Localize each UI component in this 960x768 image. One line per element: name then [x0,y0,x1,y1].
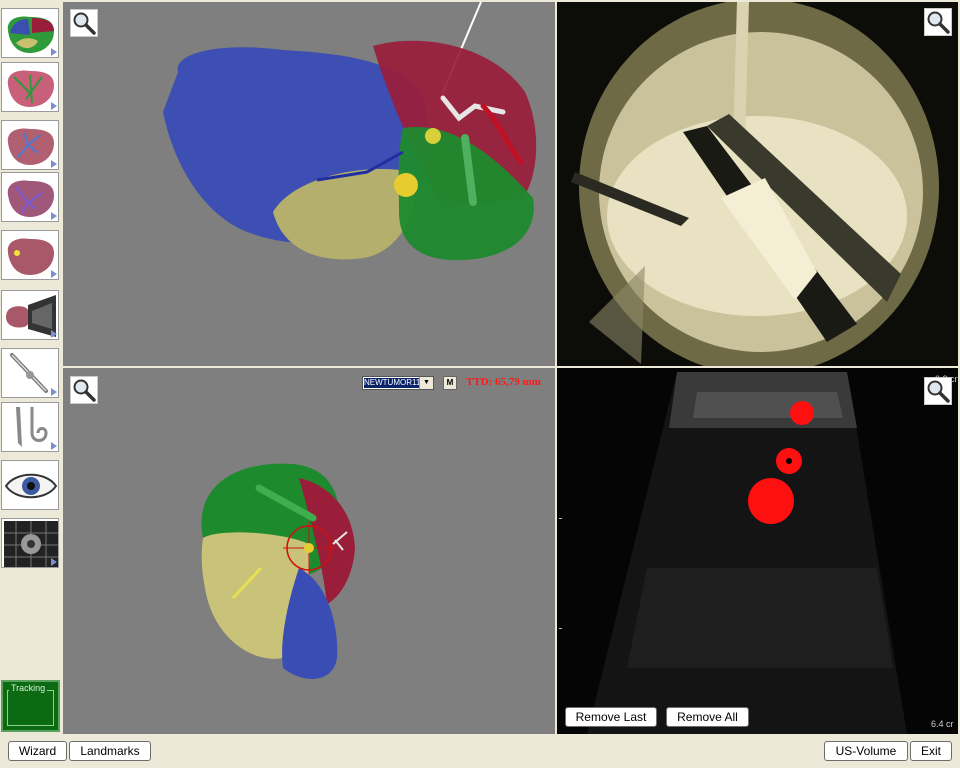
eye-view-tool[interactable] [1,460,59,510]
tracking-frame [7,690,54,726]
liver-3d-model [163,2,537,261]
grid-scan-tool[interactable] [1,518,59,568]
needle-tool[interactable] [1,348,59,398]
liver-slice-view[interactable]: NEWTUMOR119 ▼ M TTD: 65,79 mm [63,368,555,734]
tumor-tool[interactable] [1,230,59,280]
expand-arrow-icon [51,388,57,396]
tumor-select[interactable]: NEWTUMOR119 ▼ [362,376,434,390]
ultrasound-image [557,368,958,734]
tracking-panel: Tracking [1,680,60,732]
zoom-button[interactable] [70,9,98,37]
landmarks-button[interactable]: Landmarks [69,741,151,761]
depth-scale-bottom: 6.4 cr [931,719,954,729]
us-volume-button[interactable]: US-Volume [824,741,908,761]
tracking-label: Tracking [9,683,48,693]
exit-button[interactable]: Exit [910,741,952,761]
zoom-button[interactable] [924,8,952,36]
liver-3d-view[interactable] [63,2,555,366]
ultrasound-view[interactable]: 0.2 cr 6.4 cr Remove Last Remove All [557,368,958,734]
magnifier-icon [927,380,950,403]
wizard-button[interactable]: Wizard [8,741,67,761]
expand-arrow-icon [51,558,57,566]
expand-arrow-icon [51,48,57,56]
zoom-button[interactable] [924,377,952,405]
liver-segments-tool[interactable] [1,8,59,58]
portal-vein-tool[interactable] [1,120,59,170]
tool-sidebar: Tracking [0,0,62,736]
expand-arrow-icon [51,270,57,278]
remove-last-button[interactable]: Remove Last [565,707,657,727]
magnifier-icon [73,379,96,402]
expand-arrow-icon [51,330,57,338]
hepatic-vein-tool[interactable] [1,172,59,222]
depth-tick [559,628,562,629]
ttd-readout: TTD: 65,79 mm [466,376,541,388]
dropdown-arrow-icon[interactable]: ▼ [419,377,433,389]
depth-tick [559,518,562,519]
zoom-button[interactable] [70,376,98,404]
marker-button[interactable]: M [443,376,457,390]
expand-arrow-icon [51,442,57,450]
liver-slice-model [201,463,355,679]
endoscope-video-frame [557,2,958,366]
expand-arrow-icon [51,212,57,220]
magnifier-icon [73,12,96,35]
tumor-select-value: NEWTUMOR119 [364,378,420,388]
expand-arrow-icon [51,102,57,110]
ultrasound-plane-tool[interactable] [1,290,59,340]
eye-icon [4,473,58,499]
laparoscope-video-view[interactable] [557,2,958,366]
instruments-tool[interactable] [1,402,59,452]
magnifier-icon [927,11,950,34]
liver-surface-tool[interactable] [1,62,59,112]
expand-arrow-icon [51,160,57,168]
remove-all-button[interactable]: Remove All [666,707,749,727]
